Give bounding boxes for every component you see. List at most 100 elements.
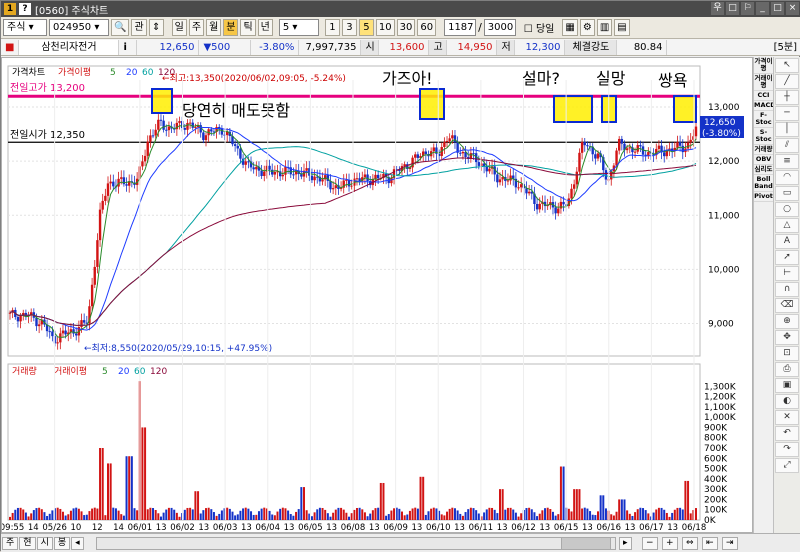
last-button[interactable]: ⇥ <box>722 536 738 550</box>
minimize-icon[interactable]: _ <box>756 2 769 15</box>
eraser-icon[interactable]: ⌫ <box>775 298 799 313</box>
candle-body <box>572 184 576 189</box>
arc-icon[interactable]: ◠ <box>775 170 799 185</box>
search-icon[interactable]: 🔍 <box>111 19 130 36</box>
period-week[interactable]: 주 <box>188 19 205 36</box>
minute-3[interactable]: 3 <box>341 19 357 36</box>
magnet-icon[interactable]: ∩ <box>775 282 799 297</box>
crosshair-icon[interactable]: ┼ <box>775 90 799 105</box>
ruler-icon[interactable]: ⊢ <box>775 266 799 281</box>
scroll-right-button[interactable]: ▸ <box>619 536 632 550</box>
horizontal-line-icon[interactable]: ─ <box>775 106 799 121</box>
pan-icon[interactable]: ✥ <box>775 330 799 345</box>
print-icon[interactable]: ⎙ <box>775 362 799 377</box>
period-month[interactable]: 월 <box>206 19 222 36</box>
zoom-in-button[interactable]: + <box>662 536 678 550</box>
volume-bar <box>112 507 115 520</box>
maximize-icon[interactable]: □ <box>771 2 784 15</box>
link-icon[interactable]: ⚐ <box>741 2 754 15</box>
indicator-6[interactable]: 거래량 <box>754 145 773 155</box>
bottom-tab-2[interactable]: 시 <box>36 536 53 550</box>
dangil-checkbox[interactable]: ☐ 당일 <box>524 20 555 35</box>
delete-icon[interactable]: ✕ <box>775 410 799 425</box>
interval-select[interactable]: 5 ▾ <box>278 19 319 36</box>
indicator-1[interactable]: 거래이평 <box>754 74 773 91</box>
period-year[interactable]: 년 <box>257 19 273 36</box>
help-icon[interactable]: ? <box>19 3 31 15</box>
scroll-thumb[interactable] <box>561 537 611 550</box>
redo-icon[interactable]: ↷ <box>775 442 799 457</box>
indicator-0[interactable]: 가격이평 <box>754 57 773 74</box>
volume-tick-label: 1,200K <box>704 393 737 403</box>
period-day[interactable]: 일 <box>171 19 187 36</box>
horizontal-scrollbar[interactable] <box>96 537 616 550</box>
fit-button[interactable]: ⇔ <box>682 536 698 550</box>
volume-bar <box>35 508 38 520</box>
rectangle-icon[interactable]: ▭ <box>775 186 799 201</box>
minute-5[interactable]: 5 <box>358 19 374 36</box>
trendline-icon[interactable]: ╱ <box>775 74 799 89</box>
period-minute[interactable]: 분 <box>223 19 239 36</box>
volume-bar <box>562 466 565 520</box>
stock-code-input[interactable]: 024950 ▾ <box>49 19 109 36</box>
cursor-icon[interactable]: ↖ <box>775 58 799 73</box>
max-count-input[interactable]: 3000 <box>483 19 516 36</box>
expand-icon[interactable]: ⤢ <box>775 458 799 473</box>
interest-button[interactable]: 관 <box>131 19 147 36</box>
minute-10[interactable]: 10 <box>375 19 395 36</box>
chart-type-icon[interactable]: ▥ <box>596 19 613 36</box>
volume-bar <box>281 507 284 520</box>
volume-bar <box>300 487 303 520</box>
quote-icon[interactable]: ■ <box>1 39 20 55</box>
updown-icon[interactable]: ⇕ <box>148 19 164 36</box>
info-button[interactable]: i <box>119 39 138 55</box>
minute-30[interactable]: 30 <box>396 19 416 36</box>
save-icon[interactable]: ▣ <box>775 378 799 393</box>
color-icon[interactable]: ◐ <box>775 394 799 409</box>
arrow-icon[interactable]: ➚ <box>775 250 799 265</box>
indicator-5[interactable]: S-Stoc <box>754 128 773 145</box>
bottom-tab-3[interactable]: 봉 <box>53 536 71 550</box>
x-tick-label: 12 <box>92 523 103 532</box>
screen-number-icon: 1 <box>4 3 16 15</box>
bottom-tab-1[interactable]: 현 <box>19 536 36 550</box>
text-icon[interactable]: A <box>775 234 799 249</box>
indicator-2[interactable]: CCI <box>754 91 773 101</box>
indicator-8[interactable]: 심리도 <box>754 165 773 175</box>
indicator-10[interactable]: Pivot <box>754 192 773 202</box>
indicator-3[interactable]: MACD <box>754 101 776 111</box>
minute-1[interactable]: 1 <box>324 19 340 36</box>
fibonacci-icon[interactable]: ≡ <box>775 154 799 169</box>
vertical-line-icon[interactable]: │ <box>775 122 799 137</box>
chart-svg[interactable]: 13,000 12,000 11,000 10,000 9,000 가격차트 가격이평 5 20… <box>0 58 752 533</box>
window-restore-button[interactable]: □ <box>726 2 739 15</box>
first-button[interactable]: ⇤ <box>702 536 718 550</box>
bottom-tab-0[interactable]: 주 <box>2 536 19 550</box>
stock-name[interactable]: 삼천리자전거 <box>19 39 120 55</box>
indicator-9[interactable]: Boll Band <box>754 175 773 192</box>
zoom-icon[interactable]: ⊕ <box>775 314 799 329</box>
indicator-4[interactable]: F-Stoc <box>754 111 773 128</box>
grid-icon[interactable]: ▦ <box>562 19 578 36</box>
undo-icon[interactable]: ↶ <box>775 426 799 441</box>
scroll-left-button[interactable]: ◂ <box>71 536 84 550</box>
settings-icon[interactable]: ⚙ <box>579 19 595 36</box>
volume-bar <box>276 511 279 520</box>
chart-area[interactable]: 13,000 12,000 11,000 10,000 9,000 가격차트 가격이평 5 20… <box>0 57 753 533</box>
zoom-out-button[interactable]: − <box>642 536 658 550</box>
volume-bar <box>239 510 242 520</box>
market-select[interactable]: 주식 ▾ <box>3 19 47 36</box>
indicator-7[interactable]: OBV <box>754 155 773 165</box>
lock-icon[interactable]: ⊡ <box>775 346 799 361</box>
period-tick[interactable]: 틱 <box>240 19 256 36</box>
count-input[interactable]: 1187 <box>444 19 477 36</box>
layout-icon[interactable]: ▤ <box>614 19 630 36</box>
triangle-icon[interactable]: △ <box>775 218 799 233</box>
channel-icon[interactable]: ⫽ <box>775 138 799 153</box>
window-menu-button[interactable]: 우 <box>711 2 724 15</box>
candle-body <box>414 154 417 158</box>
volume-bar <box>546 507 549 520</box>
close-icon[interactable]: × <box>786 2 799 15</box>
circle-icon[interactable]: ○ <box>775 202 799 217</box>
minute-60[interactable]: 60 <box>417 19 437 36</box>
